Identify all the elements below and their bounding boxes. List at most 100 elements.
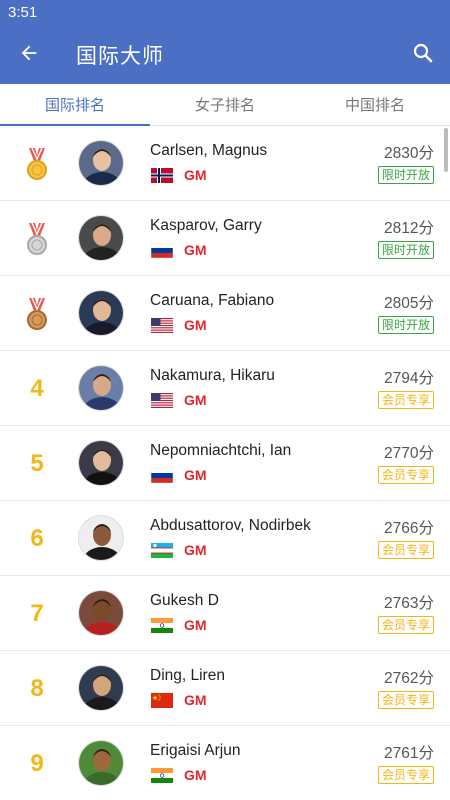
player-row[interactable]: Caruana, Fabiano GM 2805分限时开放 xyxy=(0,276,450,351)
flag-india-icon xyxy=(151,768,173,783)
player-name: Ding, Liren xyxy=(150,667,225,684)
player-name: Nakamura, Hikaru xyxy=(150,367,275,384)
rank-number: 9 xyxy=(30,749,44,777)
flag-india-icon xyxy=(151,618,173,633)
player-avatar-icon xyxy=(79,441,123,485)
chess-title: GM xyxy=(184,392,207,408)
player-rating: 2763分 xyxy=(384,595,434,612)
player-rating: 2812分 xyxy=(384,220,434,237)
player-row[interactable]: Carlsen, Magnus GM 2830分限时开放 xyxy=(0,126,450,201)
chess-title: GM xyxy=(184,317,207,333)
player-row[interactable]: Kasparov, Garry GM 2812分 限时开放 xyxy=(0,201,450,276)
chess-title: GM xyxy=(184,692,207,708)
silver-medal-icon xyxy=(27,222,47,255)
player-row[interactable]: 7 Gukesh D GM 2763分 会员专享 xyxy=(0,576,450,651)
player-avatar-icon xyxy=(79,516,123,560)
country-flag xyxy=(151,618,173,633)
access-badge: 限时开放 xyxy=(377,166,434,184)
avatar xyxy=(78,440,124,486)
status-time: 3:51 xyxy=(8,4,38,21)
rank-cell xyxy=(12,276,62,351)
flag-norway-icon xyxy=(151,168,173,183)
search-button[interactable] xyxy=(408,38,438,68)
scrollbar[interactable] xyxy=(444,128,448,172)
country-flag xyxy=(151,168,173,183)
player-name: Abdusattorov, Nodirbek xyxy=(150,517,311,534)
player-row[interactable]: 9 Erigaisi Arjun GM 2761分 会员专享 xyxy=(0,726,450,800)
rank-cell: 7 xyxy=(12,576,62,651)
player-avatar-icon xyxy=(79,141,123,185)
player-name: Caruana, Fabiano xyxy=(150,292,275,309)
player-rating: 2794分 xyxy=(384,370,434,387)
access-badge: 限时开放 xyxy=(377,241,434,259)
chess-title: GM xyxy=(184,467,207,483)
rank-number: 7 xyxy=(30,599,44,627)
rank-cell: 4 xyxy=(12,351,62,426)
app-bar: 3:51 国际大师 xyxy=(0,0,450,84)
rank-cell: 8 xyxy=(12,651,62,726)
player-avatar-icon xyxy=(79,741,123,785)
tab-china-ranking[interactable]: 中国排名 xyxy=(300,84,450,125)
avatar xyxy=(78,215,124,261)
player-row[interactable]: 8 Ding, Liren GM 2762分会员专享 xyxy=(0,651,450,726)
player-avatar-icon xyxy=(79,216,123,260)
player-avatar-icon xyxy=(79,366,123,410)
rank-cell xyxy=(12,201,62,276)
country-flag xyxy=(151,318,173,333)
rank-number: 6 xyxy=(30,524,44,552)
rank-number: 4 xyxy=(30,374,44,402)
country-flag xyxy=(151,543,173,558)
rank-cell: 5 xyxy=(12,426,62,501)
flag-china-icon xyxy=(151,693,173,708)
access-badge: 会员专享 xyxy=(377,691,434,709)
player-rating: 2830分 xyxy=(384,145,434,162)
rank-cell: 6 xyxy=(12,501,62,576)
tab-women-ranking[interactable]: 女子排名 xyxy=(150,84,300,125)
chess-title: GM xyxy=(184,242,207,258)
country-flag xyxy=(151,393,173,408)
player-name: Erigaisi Arjun xyxy=(150,742,241,759)
avatar xyxy=(78,590,124,636)
avatar xyxy=(78,515,124,561)
flag-usa-icon xyxy=(151,393,173,408)
flag-russia-icon xyxy=(151,468,173,483)
player-rating: 2805分 xyxy=(384,295,434,312)
ranking-list: Carlsen, Magnus GM 2830分 限时开放 Kasparov, Garr… xyxy=(0,126,450,800)
access-badge: 限时开放 xyxy=(377,316,434,334)
tab-international-ranking[interactable]: 国际排名 xyxy=(0,84,150,126)
search-icon xyxy=(413,43,433,63)
avatar xyxy=(78,365,124,411)
player-avatar-icon xyxy=(79,666,123,710)
back-button[interactable] xyxy=(14,38,44,68)
player-rating: 2762分 xyxy=(384,670,434,687)
player-row[interactable]: 4 Nakamura, Hikaru GM 2794分 会员专享 xyxy=(0,351,450,426)
chess-title: GM xyxy=(184,167,207,183)
player-rating: 2766分 xyxy=(384,520,434,537)
player-rating: 2761分 xyxy=(384,745,434,762)
player-name: Nepomniachtchi, Ian xyxy=(150,442,292,459)
player-row[interactable]: 6 Abdusattorov, Nodirbek GM 2766分会员专享 xyxy=(0,501,450,576)
player-avatar-icon xyxy=(79,291,123,335)
player-name: Carlsen, Magnus xyxy=(150,142,268,159)
avatar xyxy=(78,665,124,711)
country-flag xyxy=(151,243,173,258)
access-badge: 会员专享 xyxy=(377,541,434,559)
player-row[interactable]: 5 Nepomniachtchi, Ian GM 2770分 会员专享 xyxy=(0,426,450,501)
rank-cell xyxy=(12,126,62,201)
player-avatar-icon xyxy=(79,591,123,635)
chess-title: GM xyxy=(184,767,207,783)
arrow-left-icon xyxy=(21,45,37,61)
bronze-medal-icon xyxy=(27,297,47,330)
rank-number: 8 xyxy=(30,674,44,702)
tab-bar: 国际排名 女子排名 中国排名 xyxy=(0,84,450,126)
player-rating: 2770分 xyxy=(384,445,434,462)
avatar xyxy=(78,740,124,786)
flag-russia-icon xyxy=(151,243,173,258)
rank-cell: 9 xyxy=(12,726,62,800)
avatar xyxy=(78,140,124,186)
rank-number: 5 xyxy=(30,449,44,477)
player-name: Gukesh D xyxy=(150,592,219,609)
chess-title: GM xyxy=(184,617,207,633)
chess-title: GM xyxy=(184,542,207,558)
country-flag xyxy=(151,693,173,708)
